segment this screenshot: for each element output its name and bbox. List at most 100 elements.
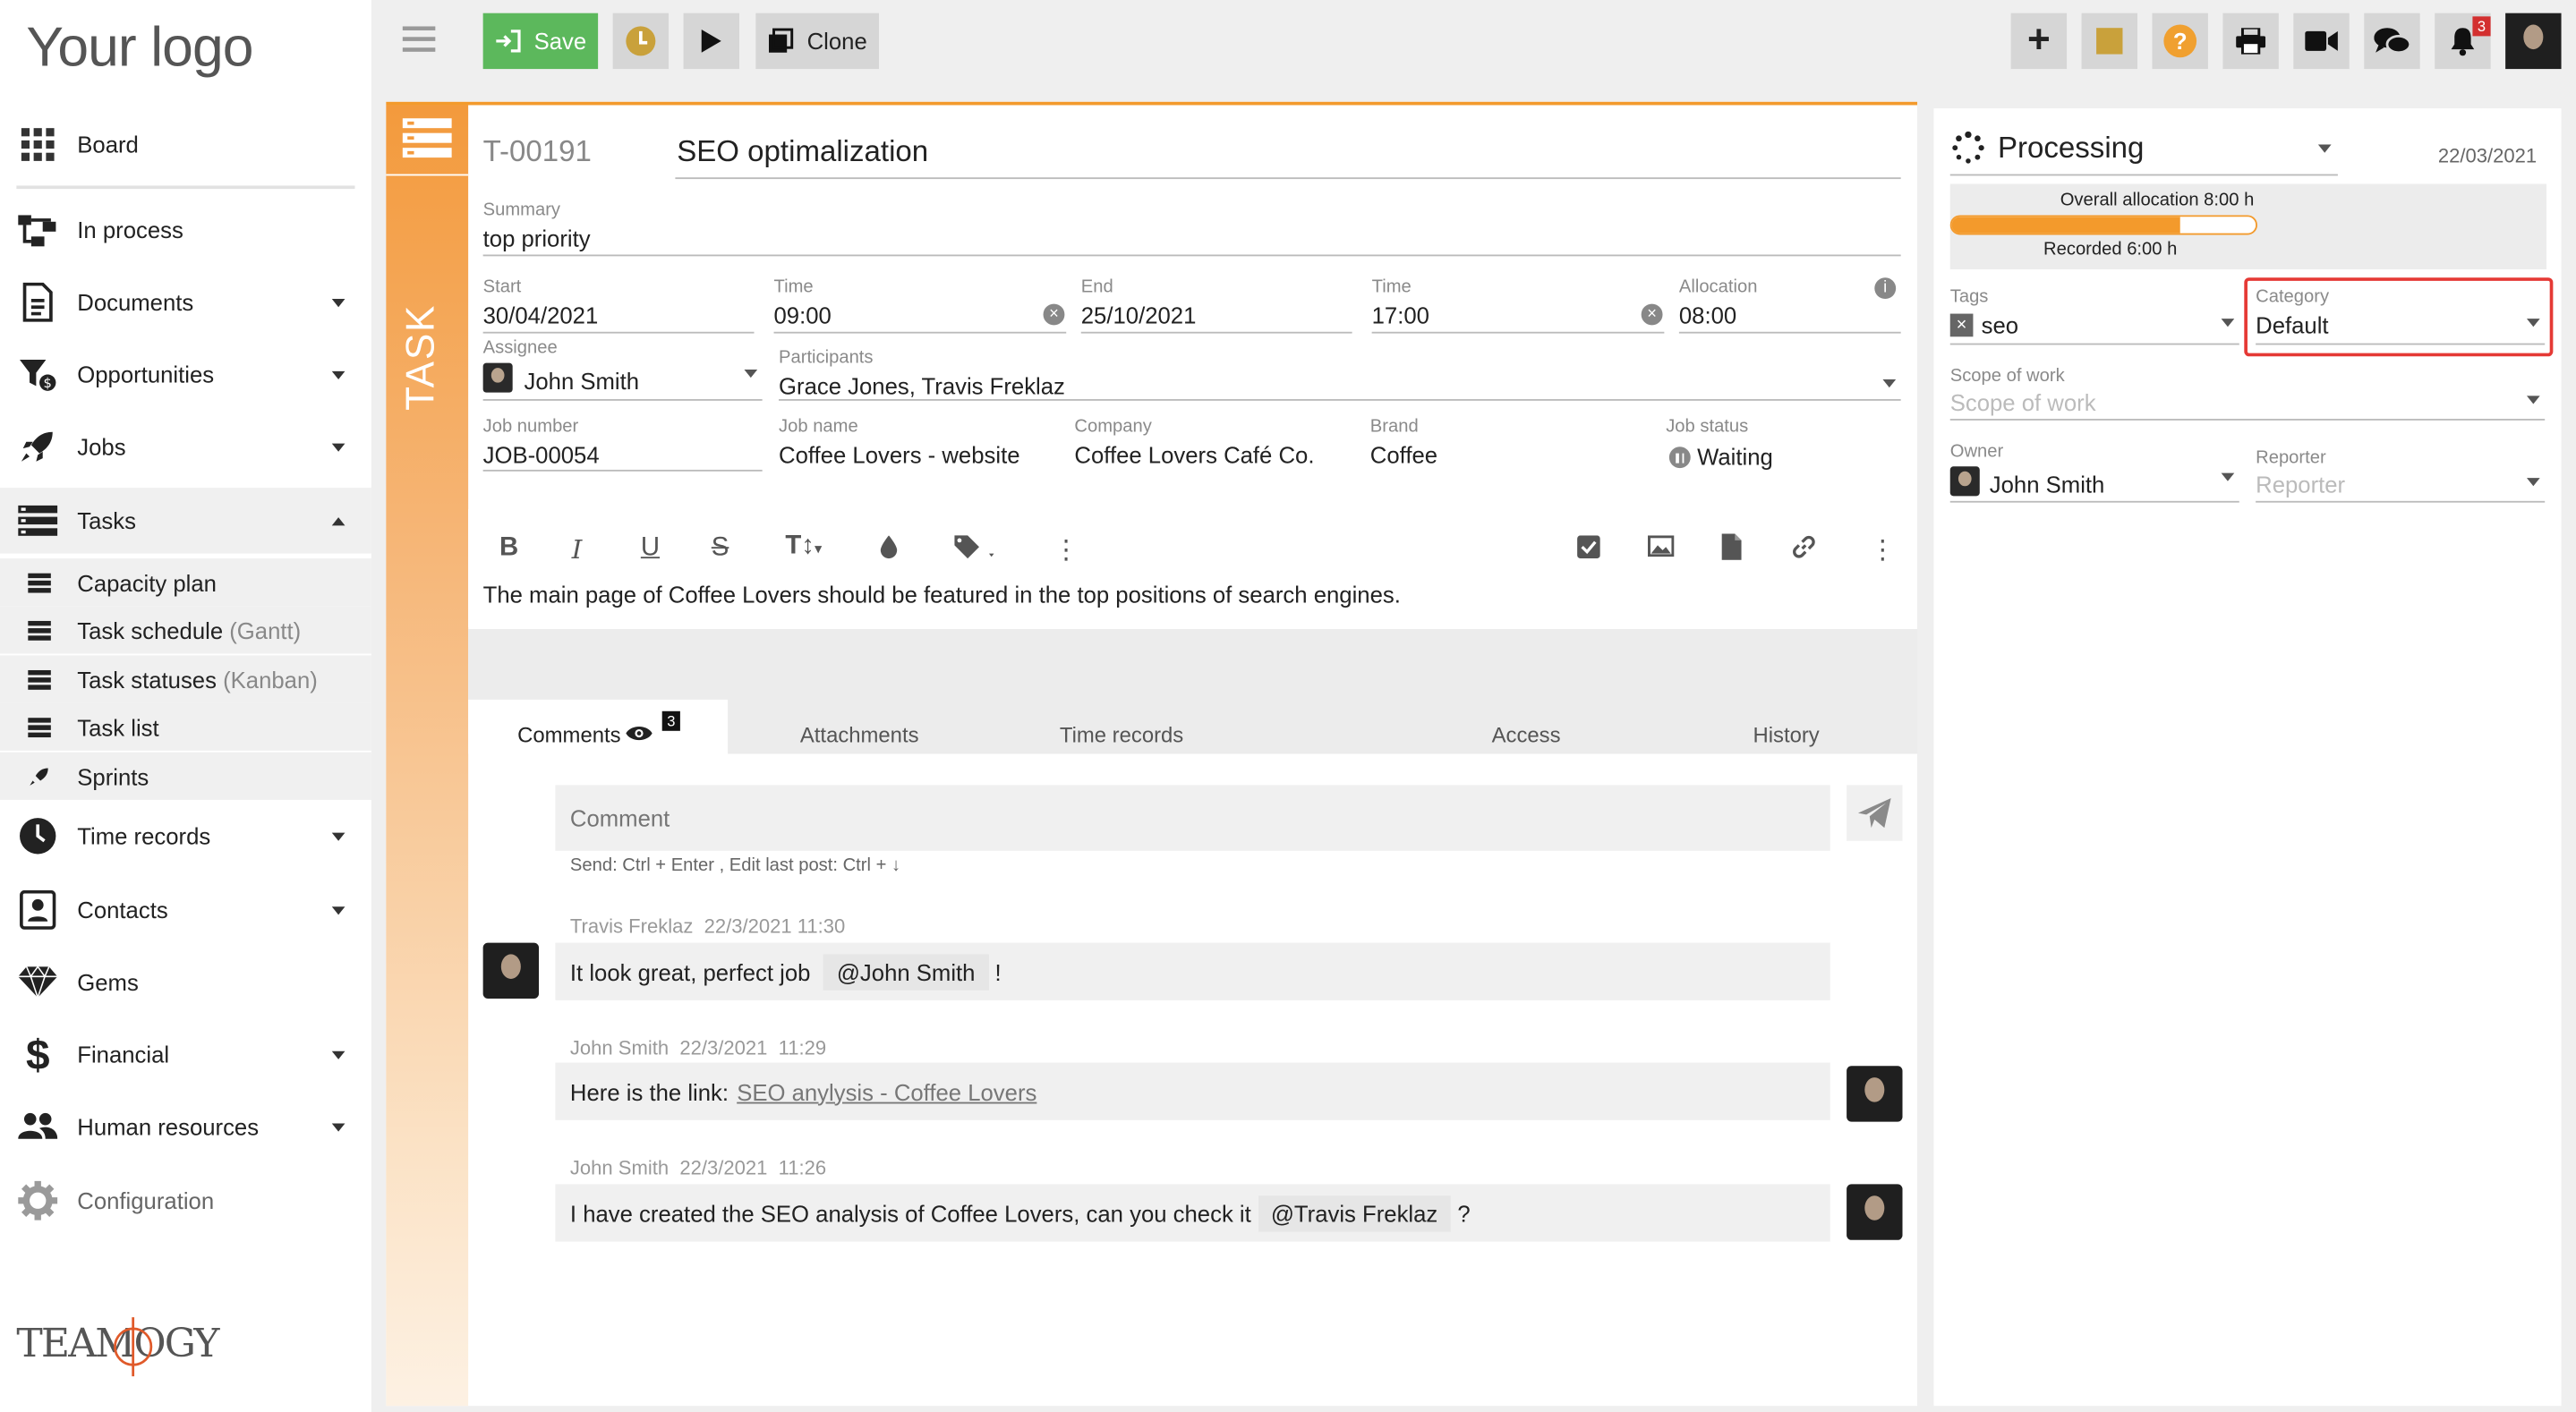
- chevron-down-icon[interactable]: [2221, 472, 2235, 481]
- hamburger-menu-icon[interactable]: [401, 20, 437, 59]
- more-vertical-icon[interactable]: ⋮: [1053, 534, 1079, 567]
- job-number-field[interactable]: JOB-00054: [483, 442, 600, 468]
- chevron-down-icon[interactable]: [1882, 379, 1897, 388]
- tab-history[interactable]: History: [1753, 723, 1819, 748]
- remove-tag-icon[interactable]: ×: [1949, 313, 1974, 337]
- end-date-field[interactable]: 25/10/2021: [1081, 302, 1197, 328]
- underline-icon[interactable]: U: [641, 534, 660, 564]
- video-button[interactable]: [2293, 13, 2350, 70]
- summary-field[interactable]: top priority: [483, 225, 591, 251]
- checkbox-icon[interactable]: [1577, 535, 1600, 566]
- sidebar-item-contacts[interactable]: Contacts: [0, 877, 371, 942]
- sidebar-item-in-process[interactable]: In process: [0, 197, 371, 262]
- sidebar-item-financial[interactable]: $ Financial: [0, 1022, 371, 1087]
- sidebar-item-human-resources[interactable]: Human resources: [0, 1093, 371, 1159]
- sidebar-item-label: Jobs: [77, 433, 126, 460]
- chevron-down-icon[interactable]: [331, 370, 345, 379]
- timer-button[interactable]: [612, 13, 670, 70]
- add-button[interactable]: +: [2010, 13, 2068, 70]
- comment-input[interactable]: [555, 785, 1830, 851]
- color-drop-icon[interactable]: [879, 534, 899, 569]
- sidebar-item-label: Time records: [77, 822, 211, 849]
- sidebar-item-documents[interactable]: Documents: [0, 269, 371, 335]
- allocation-label: Allocation: [1678, 277, 1758, 298]
- owner-label: Owner: [1949, 441, 2004, 462]
- scope-select[interactable]: Scope of work: [1950, 389, 2096, 415]
- strikethrough-icon[interactable]: S: [712, 534, 729, 564]
- sidebar-item-gems[interactable]: Gems: [0, 949, 371, 1015]
- sidebar-subitem-capacity-plan[interactable]: Capacity plan: [0, 558, 371, 607]
- chevron-down-icon[interactable]: [331, 1050, 345, 1059]
- info-icon[interactable]: i: [1874, 277, 1897, 300]
- send-button[interactable]: [1847, 785, 1903, 841]
- chevron-down-icon[interactable]: [2526, 319, 2540, 327]
- notifications-button[interactable]: 3: [2435, 13, 2491, 70]
- sidebar-subitem-task-statuses[interactable]: Task statuses (Kanban): [0, 655, 371, 703]
- chat-icon: [2374, 28, 2410, 55]
- chevron-down-icon[interactable]: [331, 298, 345, 307]
- chevron-down-icon[interactable]: [331, 906, 345, 914]
- chevron-down-icon[interactable]: [2526, 478, 2540, 487]
- more-vertical-icon[interactable]: ⋮: [1870, 534, 1896, 567]
- assignee-field[interactable]: John Smith: [525, 368, 640, 394]
- sidebar-item-tasks[interactable]: Tasks: [0, 488, 371, 554]
- tab-attachments[interactable]: Attachments: [800, 723, 919, 748]
- chevron-down-icon[interactable]: [331, 831, 345, 840]
- description-text[interactable]: The main page of Coffee Lovers should be…: [483, 582, 1401, 608]
- category-select[interactable]: Default: [2256, 312, 2328, 338]
- sidebar-item-board[interactable]: Board: [0, 112, 371, 177]
- participants-field[interactable]: Grace Jones, Travis Freklaz: [779, 373, 1065, 399]
- mention[interactable]: @John Smith: [823, 953, 989, 990]
- sidebar-subitem-task-list[interactable]: Task list: [0, 702, 371, 751]
- gem-icon: [18, 963, 58, 1002]
- mention[interactable]: @Travis Freklaz: [1258, 1195, 1451, 1231]
- chevron-down-icon[interactable]: [744, 369, 758, 379]
- link-icon[interactable]: [1791, 534, 1817, 569]
- user-avatar[interactable]: [2505, 13, 2562, 70]
- sticky-note-button[interactable]: [2081, 13, 2137, 70]
- clear-icon[interactable]: ×: [1043, 303, 1065, 326]
- bold-icon[interactable]: B: [499, 534, 518, 564]
- tab-access[interactable]: Access: [1492, 723, 1561, 748]
- chevron-down-icon[interactable]: [2526, 396, 2540, 404]
- tag-icon[interactable]: [953, 534, 996, 572]
- sidebar-item-time-records[interactable]: Time records: [0, 804, 371, 869]
- chevron-down-icon[interactable]: [2221, 319, 2235, 327]
- start-time-field[interactable]: 09:00: [774, 302, 832, 328]
- italic-icon[interactable]: I: [572, 534, 583, 566]
- clear-icon[interactable]: ×: [1641, 303, 1663, 326]
- save-button[interactable]: Save: [482, 13, 599, 70]
- sidebar-item-opportunities[interactable]: $ Opportunities: [0, 342, 371, 407]
- file-icon[interactable]: [1721, 533, 1742, 569]
- chevron-down-icon[interactable]: [2317, 144, 2332, 153]
- sidebar-subitem-hint: (Gantt): [229, 617, 302, 643]
- chevron-down-icon[interactable]: [331, 442, 345, 451]
- play-button[interactable]: [683, 13, 739, 70]
- image-icon[interactable]: [1648, 535, 1675, 565]
- start-date-field[interactable]: 30/04/2021: [483, 302, 599, 328]
- task-title[interactable]: SEO optimalization: [677, 135, 928, 170]
- tab-comments[interactable]: Comments 3: [468, 699, 729, 754]
- sidebar: Your logo Board In process Documents $ O…: [0, 0, 371, 1412]
- end-time-field[interactable]: 17:00: [1372, 302, 1429, 328]
- tab-time-records[interactable]: Time records: [1060, 723, 1183, 748]
- sidebar-subitem-label: Task list: [77, 713, 159, 740]
- comment-link[interactable]: SEO anylysis - Coffee Lovers: [737, 1078, 1036, 1104]
- sidebar-item-configuration[interactable]: Configuration: [0, 1168, 371, 1233]
- help-button[interactable]: ?: [2152, 13, 2208, 70]
- rocket-icon: [26, 763, 52, 789]
- sidebar-subitem-sprints[interactable]: Sprints: [0, 752, 371, 800]
- owner-select[interactable]: John Smith: [1990, 472, 2105, 498]
- start-label: Start: [482, 277, 522, 298]
- sidebar-item-jobs[interactable]: Jobs: [0, 414, 371, 480]
- reporter-select[interactable]: Reporter: [2256, 472, 2345, 498]
- chat-button[interactable]: [2364, 13, 2420, 70]
- allocation-field[interactable]: 08:00: [1679, 302, 1736, 328]
- status-select[interactable]: Processing: [1998, 132, 2144, 166]
- chevron-down-icon[interactable]: [331, 1122, 345, 1131]
- sidebar-subitem-task-schedule[interactable]: Task schedule (Gantt): [0, 606, 371, 654]
- print-button[interactable]: [2222, 13, 2279, 70]
- chevron-up-icon[interactable]: [331, 516, 345, 525]
- clone-button[interactable]: Clone: [755, 13, 879, 70]
- text-size-icon[interactable]: T↕▾: [785, 532, 822, 562]
